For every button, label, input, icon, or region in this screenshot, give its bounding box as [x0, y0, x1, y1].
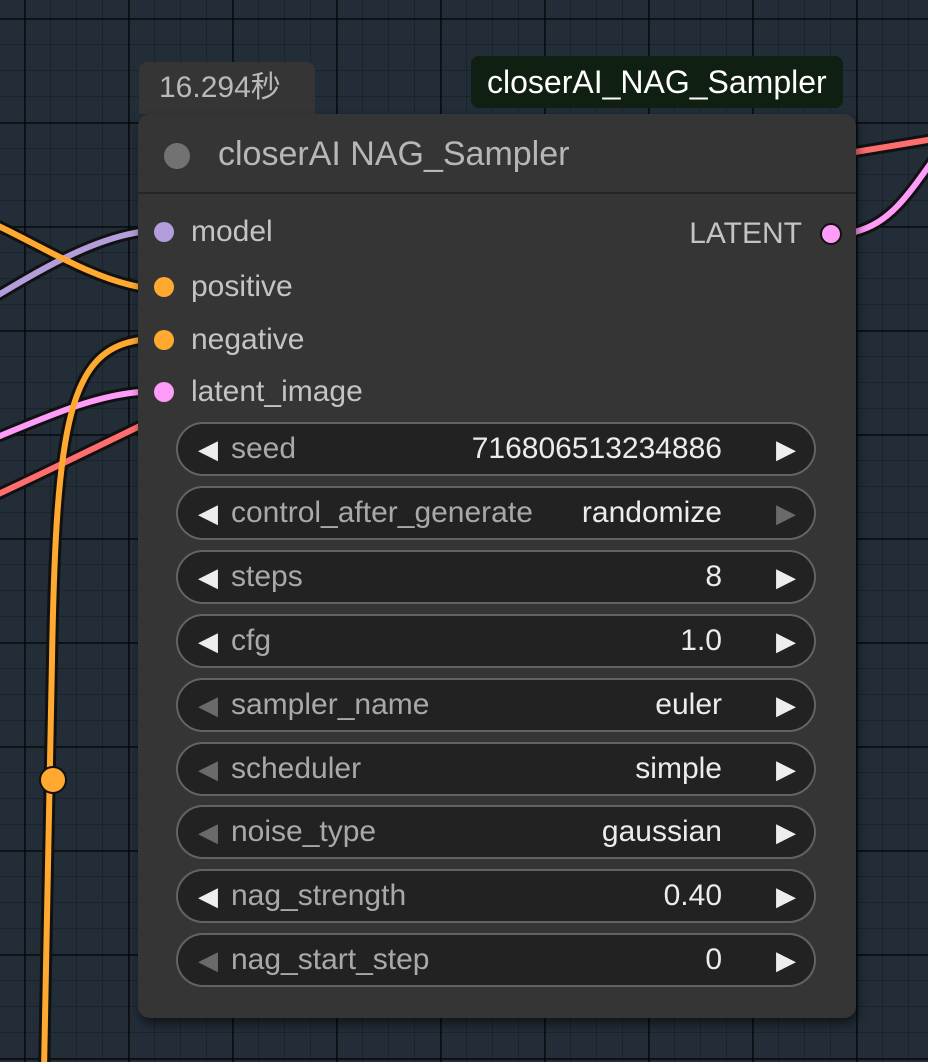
decrement-arrow-icon[interactable]: ◀ — [188, 744, 228, 794]
input-label: model — [191, 215, 273, 248]
node-title: closerAI NAG_Sampler — [218, 135, 570, 173]
decrement-arrow-icon[interactable]: ◀ — [188, 680, 228, 730]
output-dot-icon[interactable] — [820, 223, 842, 245]
widget-label: control_after_generate — [231, 496, 533, 529]
increment-arrow-icon[interactable]: ▶ — [766, 871, 806, 921]
decrement-arrow-icon[interactable]: ◀ — [188, 424, 228, 474]
input-dot-icon[interactable] — [154, 330, 174, 350]
increment-arrow-icon[interactable]: ▶ — [766, 807, 806, 857]
widget-label: seed — [231, 432, 297, 465]
widget-value[interactable]: randomize — [582, 488, 722, 538]
decrement-arrow-icon[interactable]: ◀ — [188, 616, 228, 666]
input-dot-icon[interactable] — [154, 277, 174, 297]
widget-value[interactable]: gaussian — [602, 807, 722, 857]
graph-canvas[interactable]: 16.294秒 closerAI_NAG_Sampler closerAI NA… — [0, 0, 928, 1062]
decrement-arrow-icon[interactable]: ◀ — [188, 552, 228, 602]
decrement-arrow-icon[interactable]: ◀ — [188, 935, 228, 985]
node-header[interactable]: closerAI NAG_Sampler — [138, 114, 856, 194]
increment-arrow-icon[interactable]: ▶ — [766, 424, 806, 474]
increment-arrow-icon[interactable]: ▶ — [766, 552, 806, 602]
widget-value[interactable]: 1.0 — [680, 616, 722, 666]
decrement-arrow-icon[interactable]: ◀ — [188, 807, 228, 857]
output-label: LATENT — [689, 217, 802, 250]
input-label: negative — [191, 323, 305, 356]
wire-outline-latent-out — [853, 156, 928, 238]
input-label: latent_image — [191, 375, 363, 408]
widget-label: cfg — [231, 624, 272, 657]
widget-cfg[interactable]: ◀ cfg 1.0 ▶ — [176, 614, 816, 668]
widget-label: sampler_name — [231, 688, 430, 721]
increment-arrow-icon[interactable]: ▶ — [766, 616, 806, 666]
decrement-arrow-icon[interactable]: ◀ — [188, 488, 228, 538]
widget-noise-type[interactable]: ◀ noise_type gaussian ▶ — [176, 805, 816, 859]
widget-value[interactable]: simple — [635, 744, 722, 794]
widget-control-after-generate[interactable]: ◀ control_after_generate randomize ▶ — [176, 486, 816, 540]
node-title-badge: closerAI_NAG_Sampler — [471, 56, 843, 108]
widget-steps[interactable]: ◀ steps 8 ▶ — [176, 550, 816, 604]
increment-arrow-icon[interactable]: ▶ — [766, 744, 806, 794]
widget-label: noise_type — [231, 815, 377, 848]
widget-value[interactable]: 716806513234886 — [472, 424, 722, 474]
widget-value[interactable]: 0.40 — [664, 871, 722, 921]
widget-value[interactable]: euler — [655, 680, 722, 730]
widget-sampler-name[interactable]: ◀ sampler_name euler ▶ — [176, 678, 816, 732]
output-slot-latent[interactable]: LATENT — [604, 214, 844, 254]
widget-value[interactable]: 0 — [705, 935, 722, 985]
widget-label: nag_start_step — [231, 943, 430, 976]
widget-label: scheduler — [231, 752, 362, 785]
widget-value[interactable]: 8 — [705, 552, 722, 602]
execution-time-badge: 16.294秒 — [139, 62, 315, 114]
input-dot-icon[interactable] — [154, 382, 174, 402]
widget-nag-start-step[interactable]: ◀ nag_start_step 0 ▶ — [176, 933, 816, 987]
widget-label: nag_strength — [231, 879, 407, 912]
input-label: positive — [191, 270, 293, 303]
increment-arrow-icon[interactable]: ▶ — [766, 935, 806, 985]
decrement-arrow-icon[interactable]: ◀ — [188, 871, 228, 921]
increment-arrow-icon[interactable]: ▶ — [766, 488, 806, 538]
increment-arrow-icon[interactable]: ▶ — [766, 680, 806, 730]
sampler-node[interactable]: closerAI NAG_Sampler model positive nega… — [138, 114, 856, 1018]
widget-label: steps — [231, 560, 303, 593]
collapse-dot-icon[interactable] — [164, 143, 190, 169]
widget-nag-strength[interactable]: ◀ nag_strength 0.40 ▶ — [176, 869, 816, 923]
input-dot-icon[interactable] — [154, 222, 174, 242]
reroute-point — [39, 766, 67, 794]
widget-scheduler[interactable]: ◀ scheduler simple ▶ — [176, 742, 816, 796]
widget-seed[interactable]: ◀ seed 716806513234886 ▶ — [176, 422, 816, 476]
